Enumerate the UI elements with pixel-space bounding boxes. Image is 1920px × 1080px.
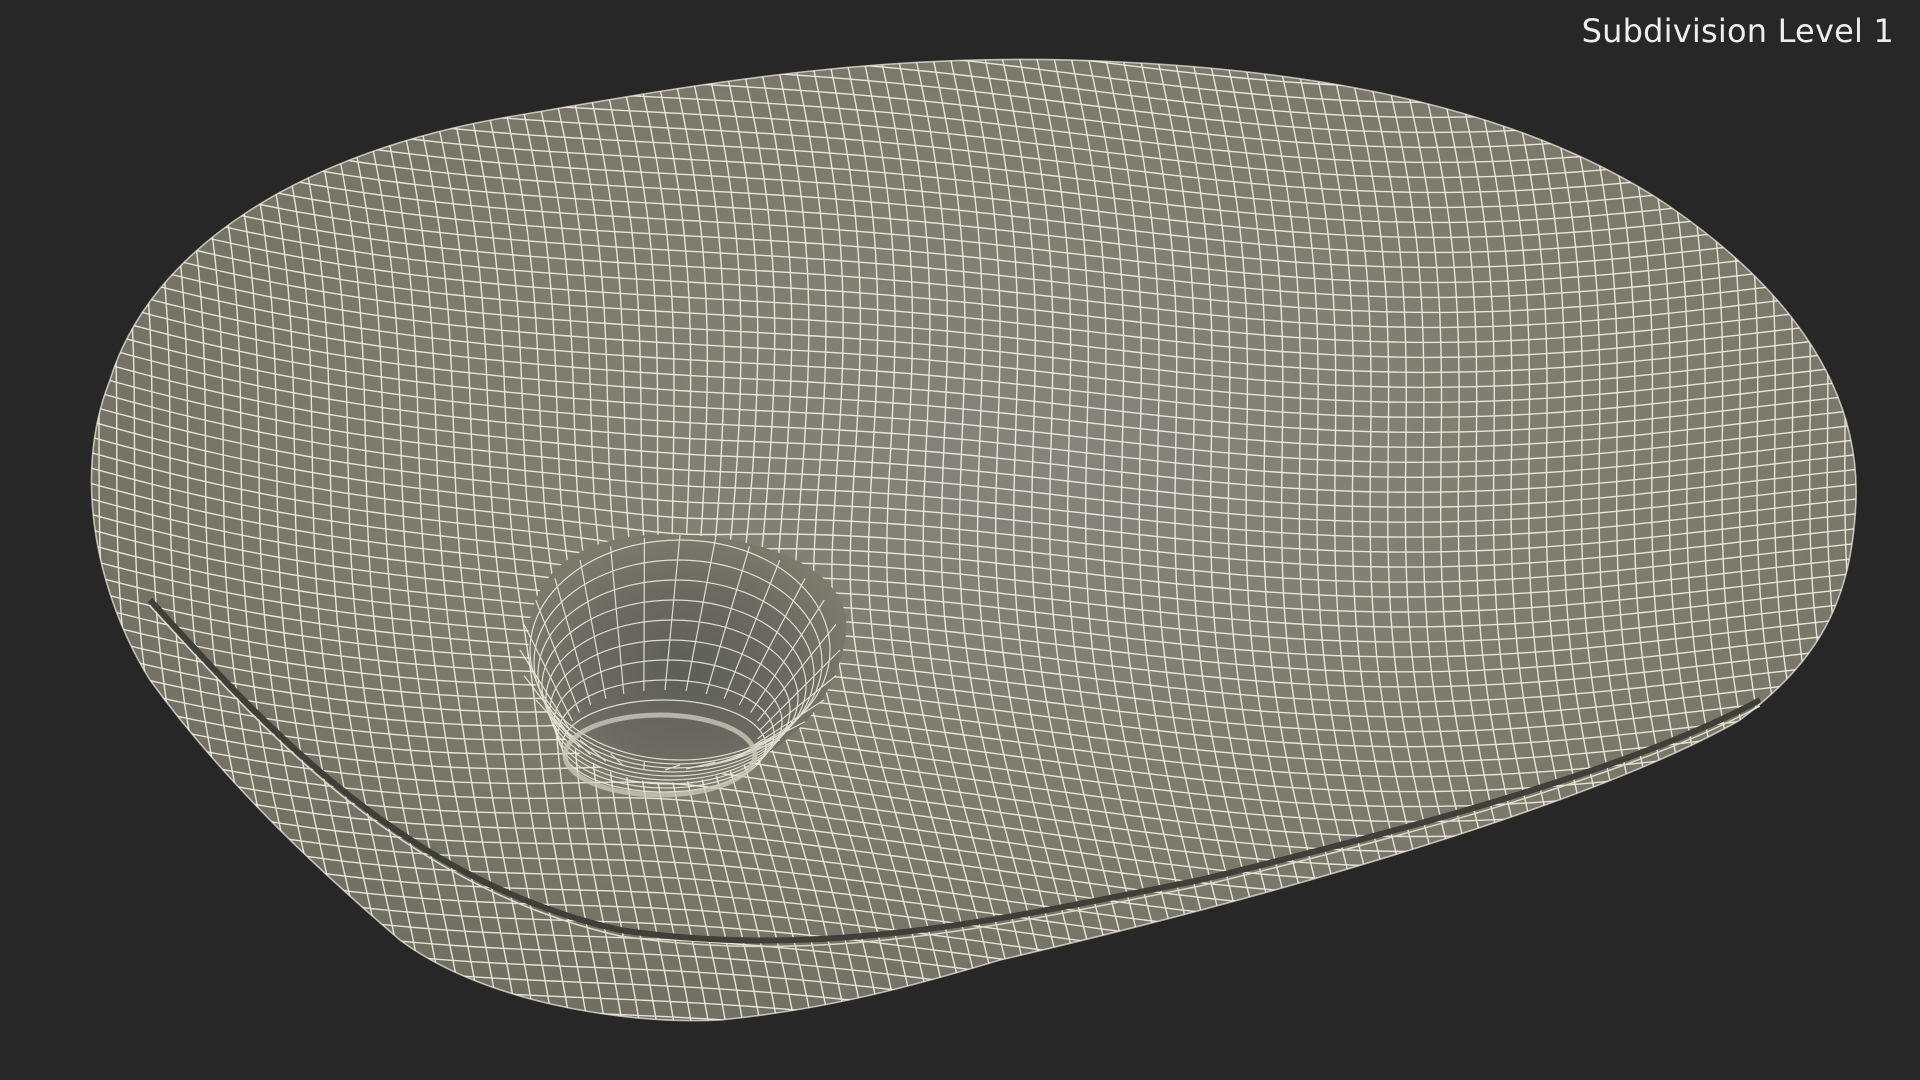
- hole-spoke: [643, 762, 645, 770]
- wire-line: [1870, 19, 1920, 1056]
- wire-line: [91, 946, 1857, 1021]
- subdivision-level-label: Subdivision Level 1: [1581, 12, 1894, 50]
- wire-line: [1851, 59, 1857, 1021]
- wire-line: [91, 59, 104, 1021]
- 3d-viewport: Subdivision Level 1: [0, 0, 1920, 1080]
- wireframe-mesh-render: [90, 19, 1920, 1056]
- hole-spoke: [643, 537, 646, 692]
